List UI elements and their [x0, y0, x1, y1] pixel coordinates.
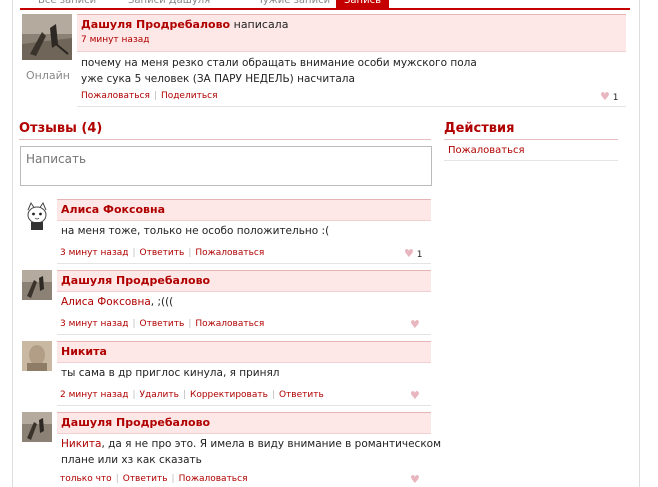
review-like[interactable]: ♥ [410, 318, 420, 331]
review-author-avatar[interactable] [22, 200, 52, 230]
report-link[interactable]: Пожаловаться [195, 248, 264, 258]
heart-icon[interactable]: ♥ [410, 473, 420, 486]
actions-title: Действия [444, 121, 515, 136]
review-author-name[interactable]: Никита [61, 345, 107, 358]
review-author-avatar[interactable] [22, 412, 52, 442]
tab-dashulya-records[interactable]: Записи Дашуля [128, 0, 210, 8]
review-text-line: , ;((( [150, 296, 174, 308]
review-text: ты сама в др приглос кинула, я принял [61, 365, 280, 381]
review-author-name[interactable]: Дашуля Продребалово [61, 416, 210, 429]
review-meta: только что | Ответить | Пожаловаться [60, 474, 248, 484]
divider [57, 405, 431, 406]
review-like[interactable]: ♥ [410, 473, 420, 486]
share-post-link[interactable]: Поделиться [161, 91, 218, 101]
heart-icon[interactable]: ♥ [600, 90, 610, 103]
reply-link[interactable]: Ответить [123, 474, 168, 484]
review-header: Дашуля Продребалово [57, 412, 431, 434]
record-tabs: Все записи Записи Дашуля Чужие записи За… [12, 0, 638, 10]
review-author-name[interactable]: Дашуля Продребалово [61, 274, 210, 287]
heart-icon[interactable]: ♥ [404, 247, 414, 260]
review-author-avatar[interactable] [22, 341, 52, 371]
report-link[interactable]: Пожаловаться [195, 319, 264, 329]
review-text: Алиса Фоксовна, ;((( [61, 294, 173, 310]
post-actions: Пожаловаться | Поделиться [81, 91, 218, 101]
review-header: Алиса Фоксовна [57, 199, 431, 221]
review-text-line: , да я не про это. Я имела в виду вниман… [101, 438, 442, 450]
post-text-line: почему на меня резко стали обращать вним… [81, 57, 477, 69]
mention-link[interactable]: Никита [61, 438, 101, 450]
heart-icon[interactable]: ♥ [410, 389, 420, 402]
reply-link[interactable]: Ответить [140, 319, 185, 329]
tab-all-records[interactable]: Все записи [38, 0, 96, 8]
divider [444, 160, 618, 161]
review-text-line: плане или хз как сказать [61, 454, 202, 466]
post-like[interactable]: ♥ 1 [600, 90, 618, 103]
reply-link[interactable]: Ответить [279, 390, 324, 400]
review-text-line: на меня тоже, только не особо положитель… [61, 225, 330, 237]
divider [57, 263, 431, 264]
delete-link[interactable]: Удалить [140, 390, 179, 400]
online-status: Онлайн [26, 69, 70, 82]
report-action-link[interactable]: Пожаловаться [448, 145, 525, 156]
post-text: почему на меня резко стали обращать вним… [81, 55, 477, 87]
cat-avatar-icon [22, 200, 52, 230]
post-time[interactable]: 7 минут назад [81, 35, 149, 45]
review-like-count: 1 [416, 250, 423, 260]
tab-current-record[interactable]: Запись [336, 0, 389, 8]
report-post-link[interactable]: Пожаловаться [81, 91, 150, 101]
review-meta: 2 минут назад | Удалить | Корректировать | Отв… [60, 390, 324, 400]
heart-icon[interactable]: ♥ [410, 318, 420, 331]
tab-other-records[interactable]: Чужие записи [256, 0, 330, 8]
report-link[interactable]: Пожаловаться [179, 474, 248, 484]
review-time[interactable]: 2 минут назад [60, 390, 128, 400]
reviews-title: Отзывы (4) [19, 121, 103, 136]
review-author-avatar[interactable] [22, 270, 52, 300]
mention-link[interactable]: Алиса Фоксовна [61, 296, 151, 308]
review-time[interactable]: 3 минут назад [60, 248, 128, 258]
review-like[interactable]: ♥ [410, 389, 420, 402]
post-header: Дашуля Продребалово написала 7 минут наз… [77, 14, 626, 52]
review-text-line: ты сама в др приглос кинула, я принял [61, 367, 280, 379]
review-input[interactable] [20, 146, 432, 186]
post-verb: написала [233, 18, 289, 31]
review-time[interactable]: 3 минут назад [60, 319, 128, 329]
review-author-name[interactable]: Алиса Фоксовна [61, 203, 165, 216]
edit-link[interactable]: Корректировать [190, 390, 268, 400]
reviews-title-line [19, 139, 431, 140]
review-text: Никита, да я не про это. Я имела в виду … [61, 436, 441, 468]
reply-link[interactable]: Ответить [140, 248, 185, 258]
photo-avatar-icon [22, 341, 52, 371]
photo-avatar-icon [22, 412, 52, 442]
review-meta: 3 минут назад | Ответить | Пожаловаться [60, 248, 265, 258]
photo-avatar-icon [22, 14, 72, 60]
photo-avatar-icon [22, 270, 52, 300]
review-like[interactable]: ♥ 1 [404, 247, 422, 260]
post-author-avatar[interactable] [22, 14, 72, 60]
tabs-underline [20, 8, 630, 10]
divider [77, 106, 626, 107]
post-text-line: уже сука 5 человек (ЗА ПАРУ НЕДЕЛЬ) насч… [81, 73, 355, 85]
actions-title-line [444, 139, 618, 140]
post-author-name[interactable]: Дашуля Продребалово [81, 18, 230, 31]
post-like-count: 1 [612, 93, 619, 103]
review-header: Никита [57, 341, 431, 363]
review-time[interactable]: только что [60, 474, 112, 484]
review-text: на меня тоже, только не особо положитель… [61, 223, 329, 239]
review-meta: 3 минут назад | Ответить | Пожаловаться [60, 319, 265, 329]
divider [57, 334, 431, 335]
review-header: Дашуля Продребалово [57, 270, 431, 292]
